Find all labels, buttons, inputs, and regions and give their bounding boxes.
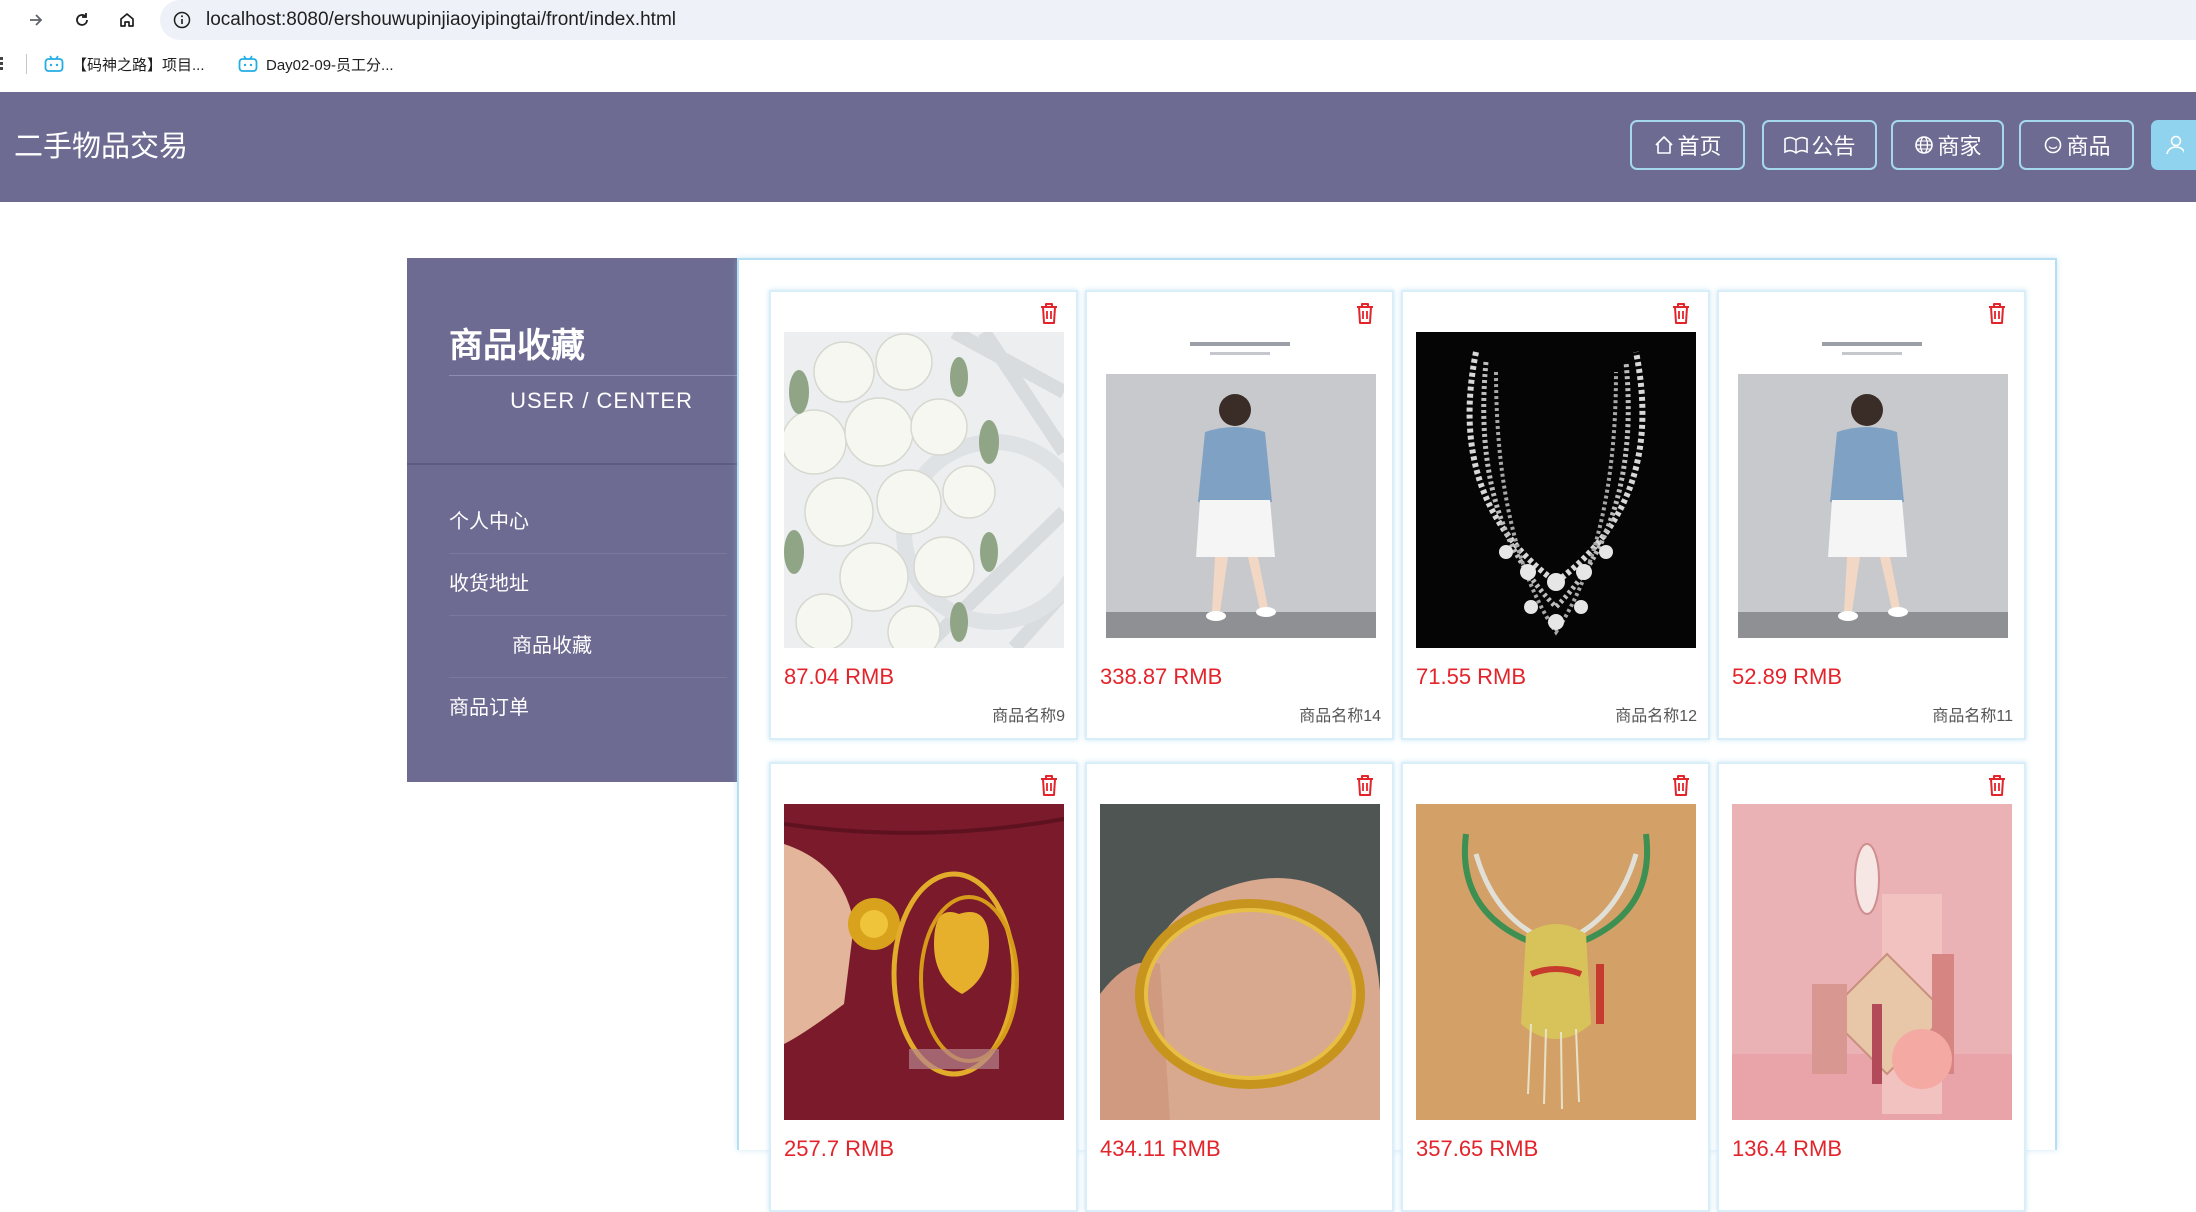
product-name[interactable]: 商品名称9 <box>992 702 1065 726</box>
nav-user-button[interactable] <box>2151 120 2196 170</box>
nav-home-label: 首页 <box>1677 134 1722 159</box>
bookmark-item-2[interactable]: Day02-09-员工分... <box>238 44 394 84</box>
info-icon[interactable] <box>172 10 192 30</box>
trash-icon[interactable] <box>1985 772 2009 798</box>
product-image[interactable] <box>1732 804 2012 1120</box>
bookmarks-bar: 【码神之路】项目... Day02-09-员工分... <box>0 44 2196 84</box>
product-image[interactable] <box>784 332 1064 648</box>
trash-icon[interactable] <box>1353 772 1377 798</box>
product-image[interactable] <box>784 804 1064 1120</box>
bilibili-icon <box>44 55 64 72</box>
trash-icon[interactable] <box>1669 772 1693 798</box>
product-image[interactable] <box>1416 332 1696 648</box>
product-image[interactable] <box>1732 332 2012 648</box>
bookmark-label-2: Day02-09-员工分... <box>266 56 394 74</box>
nav-home-button[interactable]: 首页 <box>1630 120 1745 170</box>
product-card[interactable]: 434.11 RMB <box>1085 762 1394 1212</box>
sidebar-divider <box>407 463 737 465</box>
sidebar-title: 商品收藏 <box>449 327 585 365</box>
product-image[interactable] <box>1100 804 1380 1120</box>
sidebar-subtitle: USER / CENTER <box>510 388 693 413</box>
product-price: 357.65 RMB <box>1416 1136 1539 1161</box>
sidebar-item-address[interactable]: 收货地址 <box>449 554 727 616</box>
trash-icon[interactable] <box>1037 772 1061 798</box>
user-icon <box>2165 135 2184 155</box>
product-card[interactable]: 52.89 RMB 商品名称11 <box>1717 290 2026 740</box>
favorites-content: 87.04 RMB 商品名称9 338.87 RMB 商品名称14 71.55 … <box>737 258 2057 1212</box>
product-card[interactable]: 257.7 RMB <box>769 762 1078 1212</box>
product-name[interactable]: 商品名称11 <box>1932 702 2013 726</box>
product-price: 434.11 RMB <box>1100 1136 1221 1161</box>
browser-address-row: localhost:8080/ershouwupinjiaoyipingtai/… <box>0 0 2196 40</box>
product-name[interactable]: 商品名称12 <box>1615 702 1697 726</box>
nav-product-label: 商品 <box>2066 134 2111 159</box>
circle-icon <box>2045 136 2062 154</box>
sidebar-item-orders[interactable]: 商品订单 <box>449 678 727 739</box>
product-card[interactable]: 87.04 RMB 商品名称9 <box>769 290 1078 740</box>
nav-product-button[interactable]: 商品 <box>2019 120 2134 170</box>
book-icon <box>1784 136 1809 154</box>
home-browser-icon[interactable] <box>113 6 141 34</box>
product-name[interactable]: 商品名称14 <box>1299 702 1381 726</box>
trash-icon[interactable] <box>1037 300 1061 326</box>
bookmark-item-1[interactable]: 【码神之路】项目... <box>44 44 205 84</box>
product-price: 257.7 RMB <box>784 1136 895 1161</box>
url-bar[interactable]: localhost:8080/ershouwupinjiaoyipingtai/… <box>160 0 2196 40</box>
apps-grid-icon[interactable] <box>0 57 6 71</box>
site-title[interactable]: 二手物品交易 <box>14 92 188 202</box>
product-price: 71.55 RMB <box>1416 664 1527 689</box>
user-center-sidebar: 商品收藏 USER / CENTER 个人中心 收货地址 商品收藏 商品订单 <box>407 258 737 782</box>
home-icon <box>1655 136 1674 154</box>
product-card[interactable]: 71.55 RMB 商品名称12 <box>1401 290 1710 740</box>
nav-notice-button[interactable]: 公告 <box>1762 120 1877 170</box>
product-price: 87.04 RMB <box>784 664 895 689</box>
product-card[interactable]: 338.87 RMB 商品名称14 <box>1085 290 1394 740</box>
product-card[interactable]: 136.4 RMB <box>1717 762 2026 1212</box>
product-price: 338.87 RMB <box>1100 664 1223 689</box>
product-card[interactable]: 357.65 RMB <box>1401 762 1710 1212</box>
product-price: 136.4 RMB <box>1732 1136 1843 1161</box>
product-image[interactable] <box>1416 804 1696 1120</box>
nav-merchant-button[interactable]: 商家 <box>1891 120 2004 170</box>
bilibili-icon <box>238 55 258 72</box>
bookmark-label-1: 【码神之路】项目... <box>72 56 205 74</box>
product-price: 52.89 RMB <box>1732 664 1843 689</box>
globe-icon <box>1915 136 1934 154</box>
bookmark-separator <box>26 54 27 74</box>
sidebar-item-favorites[interactable]: 商品收藏 <box>449 616 727 678</box>
sidebar-title-underline <box>449 375 737 376</box>
nav-merchant-label: 商家 <box>1937 134 1982 159</box>
reload-icon[interactable] <box>68 6 96 34</box>
url-text[interactable]: localhost:8080/ershouwupinjiaoyipingtai/… <box>206 0 676 40</box>
nav-notice-label: 公告 <box>1811 134 1856 159</box>
sidebar-item-profile[interactable]: 个人中心 <box>449 492 727 554</box>
trash-icon[interactable] <box>1353 300 1377 326</box>
product-image[interactable] <box>1100 332 1380 648</box>
trash-icon[interactable] <box>1985 300 2009 326</box>
site-header: 二手物品交易 首页 公告 商家 商品 <box>0 92 2196 202</box>
forward-icon[interactable] <box>22 6 50 34</box>
trash-icon[interactable] <box>1669 300 1693 326</box>
